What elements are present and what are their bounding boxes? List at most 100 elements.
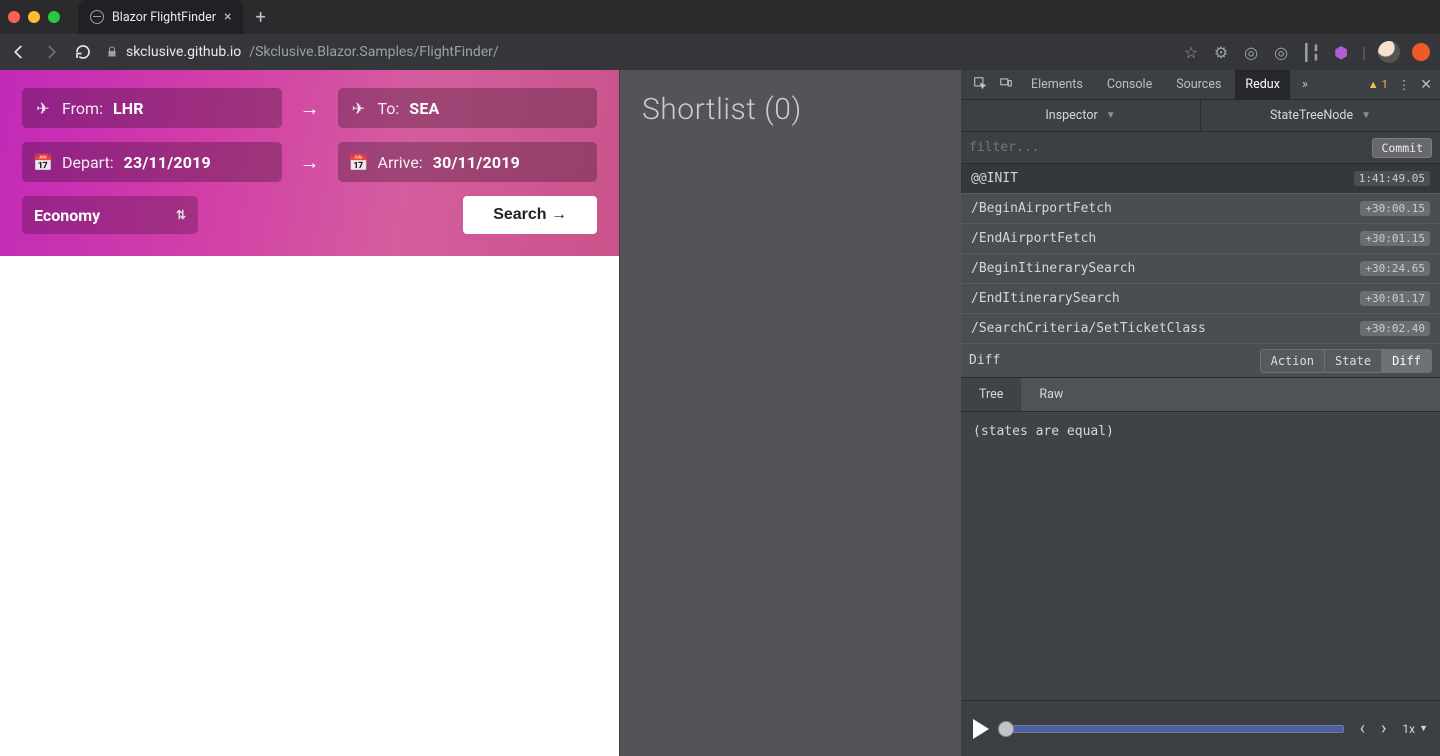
action-filter-row: Commit bbox=[961, 132, 1440, 164]
from-field[interactable]: ✈ From: LHR bbox=[22, 88, 282, 128]
action-name: /EndAirportFetch bbox=[971, 231, 1360, 246]
url-path: /Skclusive.Blazor.Samples/FlightFinder/ bbox=[249, 44, 498, 60]
element-picker-icon[interactable] bbox=[969, 76, 991, 94]
chevron-down-icon: ▼ bbox=[1419, 723, 1428, 734]
zoom-window-button[interactable] bbox=[48, 11, 60, 23]
action-name: @@INIT bbox=[971, 171, 1354, 186]
action-name: /BeginAirportFetch bbox=[971, 201, 1360, 216]
tab-redux[interactable]: Redux bbox=[1235, 70, 1289, 100]
profile-dot-icon[interactable] bbox=[1412, 43, 1430, 61]
subtab-raw[interactable]: Raw bbox=[1021, 378, 1081, 411]
search-button[interactable]: Search → bbox=[463, 196, 597, 234]
globe-icon bbox=[90, 10, 104, 24]
ticket-class-select[interactable]: Economy ⇅ bbox=[22, 196, 198, 234]
address-bar[interactable]: skclusive.github.io/Skclusive.Blazor.Sam… bbox=[106, 44, 1168, 60]
action-name: /SearchCriteria/SetTicketClass bbox=[971, 321, 1360, 336]
diff-header: Diff Action State Diff bbox=[961, 344, 1440, 378]
browser-toolbar: skclusive.github.io/Skclusive.Blazor.Sam… bbox=[0, 34, 1440, 70]
inspector-select[interactable]: Inspector ▼ bbox=[961, 100, 1201, 131]
close-tab-icon[interactable]: × bbox=[224, 9, 231, 25]
arrive-value: 30/11/2019 bbox=[433, 153, 520, 172]
action-row[interactable]: /BeginAirportFetch+30:00.15 bbox=[961, 194, 1440, 224]
action-time: +30:01.15 bbox=[1360, 231, 1430, 246]
extension-icons: ☆ ⚙ ◎ ◎ ┃╏ ⬢ | bbox=[1182, 41, 1430, 63]
state-tree-node-select[interactable]: StateTreeNode ▼ bbox=[1201, 100, 1440, 131]
results-area bbox=[0, 256, 619, 756]
action-row[interactable]: /EndItinerarySearch+30:01.17 bbox=[961, 284, 1440, 314]
search-panel: ✈ From: LHR → ✈ To: SEA 📅 Depart: 23/11/… bbox=[0, 70, 619, 256]
devtools-menu-icon[interactable]: ⋮ bbox=[1398, 77, 1411, 93]
calendar-icon: 📅 bbox=[34, 153, 52, 172]
chevron-down-icon: ▼ bbox=[1361, 110, 1371, 121]
ticket-class-value: Economy bbox=[34, 206, 100, 225]
settings-gear-icon[interactable]: ⚙ bbox=[1212, 43, 1230, 61]
extension-circle-1-icon[interactable]: ◎ bbox=[1242, 43, 1260, 61]
to-field[interactable]: ✈ To: SEA bbox=[338, 88, 598, 128]
step-forward-button[interactable]: › bbox=[1381, 718, 1386, 739]
seg-action[interactable]: Action bbox=[1261, 350, 1324, 372]
devtools-close-icon[interactable]: ✕ bbox=[1420, 77, 1432, 93]
action-row[interactable]: /SearchCriteria/SetTicketClass+30:02.40 bbox=[961, 314, 1440, 344]
tune-icon[interactable]: ┃╏ bbox=[1302, 43, 1320, 61]
shortlist-title: Shortlist (0) bbox=[642, 92, 939, 127]
window-controls bbox=[8, 11, 60, 23]
browser-tabstrip: Blazor FlightFinder × + bbox=[0, 0, 1440, 34]
browser-tab[interactable]: Blazor FlightFinder × bbox=[78, 0, 243, 34]
device-toggle-icon[interactable] bbox=[995, 76, 1017, 94]
back-button[interactable] bbox=[10, 43, 28, 61]
action-row[interactable]: @@INIT1:41:49.05 bbox=[961, 164, 1440, 194]
from-label: From: bbox=[62, 99, 103, 118]
action-row[interactable]: /EndAirportFetch+30:01.15 bbox=[961, 224, 1440, 254]
action-time: +30:02.40 bbox=[1360, 321, 1430, 336]
redux-header: Inspector ▼ StateTreeNode ▼ bbox=[961, 100, 1440, 132]
action-time: +30:01.17 bbox=[1360, 291, 1430, 306]
plane-icon: ✈ bbox=[34, 99, 52, 118]
action-list: @@INIT1:41:49.05/BeginAirportFetch+30:00… bbox=[961, 164, 1440, 344]
minimize-window-button[interactable] bbox=[28, 11, 40, 23]
to-label: To: bbox=[378, 99, 400, 118]
app-pane: ✈ From: LHR → ✈ To: SEA 📅 Depart: 23/11/… bbox=[0, 70, 619, 756]
view-segmented: Action State Diff bbox=[1260, 349, 1432, 373]
calendar-icon: 📅 bbox=[350, 153, 368, 172]
profile-avatar[interactable] bbox=[1378, 41, 1400, 63]
plane-icon: ✈ bbox=[350, 99, 368, 118]
tab-elements[interactable]: Elements bbox=[1021, 70, 1093, 100]
depart-field[interactable]: 📅 Depart: 23/11/2019 bbox=[22, 142, 282, 182]
action-name: /BeginItinerarySearch bbox=[971, 261, 1360, 276]
action-time: 1:41:49.05 bbox=[1354, 171, 1430, 186]
new-tab-button[interactable]: + bbox=[243, 7, 277, 28]
seg-diff[interactable]: Diff bbox=[1381, 350, 1431, 372]
arrow-right-icon: → bbox=[298, 96, 322, 121]
arrive-field[interactable]: 📅 Arrive: 30/11/2019 bbox=[338, 142, 598, 182]
diff-subtabs: Tree Raw bbox=[961, 378, 1440, 412]
commit-button[interactable]: Commit bbox=[1372, 138, 1432, 158]
subtab-tree[interactable]: Tree bbox=[961, 378, 1021, 411]
tab-console[interactable]: Console bbox=[1097, 70, 1162, 100]
warning-count[interactable]: ▲ 1 bbox=[1368, 78, 1388, 91]
redux-ext-icon[interactable]: ⬢ bbox=[1332, 43, 1350, 61]
action-name: /EndItinerarySearch bbox=[971, 291, 1360, 306]
extension-circle-2-icon[interactable]: ◎ bbox=[1272, 43, 1290, 61]
close-window-button[interactable] bbox=[8, 11, 20, 23]
tab-sources[interactable]: Sources bbox=[1166, 70, 1231, 100]
diff-body: (states are equal) bbox=[961, 412, 1440, 700]
timeline-slider[interactable] bbox=[1005, 725, 1344, 733]
devtools-pane: Elements Console Sources Redux » ▲ 1 ⋮ ✕… bbox=[961, 70, 1440, 756]
more-tabs-icon[interactable]: » bbox=[1294, 77, 1316, 92]
seg-state[interactable]: State bbox=[1324, 350, 1381, 372]
arrive-label: Arrive: bbox=[378, 153, 423, 172]
lock-icon bbox=[106, 45, 118, 59]
action-filter-input[interactable] bbox=[969, 140, 1364, 155]
play-button[interactable] bbox=[973, 719, 989, 739]
shortlist-pane: Shortlist (0) bbox=[619, 70, 961, 756]
forward-button[interactable] bbox=[42, 43, 60, 61]
action-row[interactable]: /BeginItinerarySearch+30:24.65 bbox=[961, 254, 1440, 284]
depart-value: 23/11/2019 bbox=[124, 153, 211, 172]
slider-thumb[interactable] bbox=[998, 721, 1014, 737]
arrow-right-icon: → bbox=[298, 150, 322, 175]
step-back-button[interactable]: ‹ bbox=[1360, 718, 1365, 739]
reload-button[interactable] bbox=[74, 43, 92, 61]
devtools-tabbar: Elements Console Sources Redux » ▲ 1 ⋮ ✕ bbox=[961, 70, 1440, 100]
star-icon[interactable]: ☆ bbox=[1182, 43, 1200, 61]
playback-speed[interactable]: 1x ▼ bbox=[1402, 722, 1428, 736]
